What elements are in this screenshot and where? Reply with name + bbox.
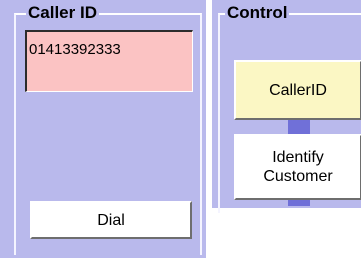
identify-label-line1: Identify bbox=[272, 149, 324, 166]
flow-connector bbox=[288, 120, 310, 134]
identify-customer-button[interactable]: Identify Customer bbox=[234, 134, 361, 200]
callerid-button[interactable]: CallerID bbox=[234, 60, 361, 120]
identify-label-line2: Customer bbox=[263, 168, 333, 185]
callerid-button-label: CallerID bbox=[269, 81, 327, 99]
caller-number-field[interactable]: 01413392333 bbox=[25, 30, 193, 92]
dial-button[interactable]: Dial bbox=[30, 201, 192, 239]
empty-area bbox=[212, 208, 361, 258]
identify-customer-label: Identify Customer bbox=[263, 148, 332, 186]
dial-button-label: Dial bbox=[97, 211, 125, 229]
caller-number-text: 01413392333 bbox=[29, 41, 121, 58]
caller-id-title: Caller ID bbox=[26, 3, 99, 23]
flow-connector-lower bbox=[288, 200, 310, 206]
control-title: Control bbox=[225, 3, 290, 23]
